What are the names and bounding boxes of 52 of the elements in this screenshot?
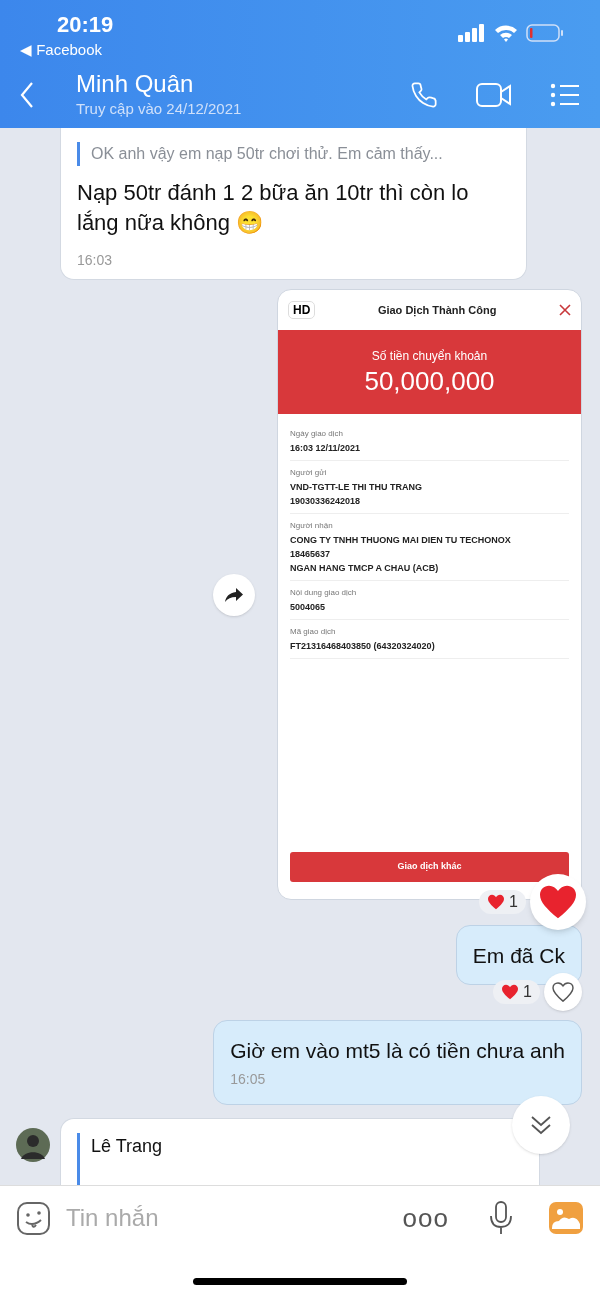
quote-author: Lê Trang — [91, 1135, 164, 1158]
reaction-count: 1 — [479, 890, 526, 914]
back-icon — [20, 82, 34, 108]
field-value: 5004065 — [290, 601, 327, 614]
field-label: Người nhận — [290, 520, 334, 532]
message-text: Em đã Ck — [472, 943, 565, 969]
more-button[interactable]: ooo — [402, 1198, 449, 1238]
field-value: 18465637 — [290, 548, 332, 561]
heart-icon — [552, 982, 574, 1002]
amount-label: Số tiền chuyển khoản — [371, 348, 488, 365]
field-value: VND-TGTT-LE THI THU TRANG — [290, 481, 423, 494]
heart-icon — [538, 884, 578, 920]
share-arrow-icon — [224, 586, 244, 603]
contact-name: Minh Quân — [76, 70, 195, 98]
field-label: Mã giao dịch — [290, 626, 337, 638]
receipt-title: Giao Dịch Thành Công — [376, 302, 498, 319]
menu-icon[interactable] — [550, 83, 580, 107]
last-seen: Truy cập vào 24/12/2021 — [76, 99, 243, 119]
double-chevron-down-icon — [530, 1115, 552, 1135]
battery-icon — [526, 24, 564, 42]
share-button[interactable] — [213, 573, 255, 616]
field-value: CONG TY TNHH THUONG MAI DIEN TU TECHONOX — [290, 534, 512, 547]
avatar — [16, 1128, 50, 1162]
field-label: Ngày giao dịch — [290, 428, 344, 440]
react-button[interactable] — [544, 973, 582, 1011]
field-label: Nội dung giao dịch — [290, 587, 358, 599]
message-time: 16:05 — [230, 1070, 267, 1089]
hd-badge: HD — [288, 301, 316, 319]
sticker-icon[interactable] — [17, 1201, 50, 1235]
field-value: NGAN HANG TMCP A CHAU (ACB) — [290, 562, 440, 575]
amount: 50,000,000 — [364, 365, 495, 397]
back-to-app-link[interactable]: ◀ Facebook — [20, 38, 114, 62]
heart-icon — [487, 894, 506, 910]
message-text: Nạp 50tr đánh 1 2 bữa ăn 10tr thì còn lo lắng nữa không 😁 — [77, 179, 470, 237]
other-transaction-button[interactable]: Giao dịch khác — [290, 852, 569, 882]
phone-icon[interactable] — [410, 81, 438, 109]
quoted-text: OK anh vậy em nạp 50tr chơi thử. Em cảm thấy... — [91, 144, 444, 164]
reaction-count: 1 — [493, 980, 540, 1004]
message-input[interactable]: Tin nhắn — [66, 1200, 403, 1236]
close-icon — [559, 304, 571, 316]
heart-icon — [501, 984, 520, 1000]
wifi-icon — [494, 24, 518, 42]
message-text: Giờ em vào mt5 là có tiền chưa anh — [230, 1038, 565, 1064]
signal-icon — [458, 24, 486, 42]
microphone-icon[interactable] — [489, 1201, 513, 1235]
video-camera-icon[interactable] — [476, 82, 512, 108]
field-value: 19030336242018 — [290, 495, 362, 508]
message-time: 16:03 — [77, 251, 114, 270]
clock: 20:19 — [57, 12, 114, 38]
field-label: Người gửi — [290, 467, 328, 479]
field-value: FT21316468403850 (64320324020) — [290, 640, 436, 653]
field-value: 16:03 12/11/2021 — [290, 442, 362, 455]
